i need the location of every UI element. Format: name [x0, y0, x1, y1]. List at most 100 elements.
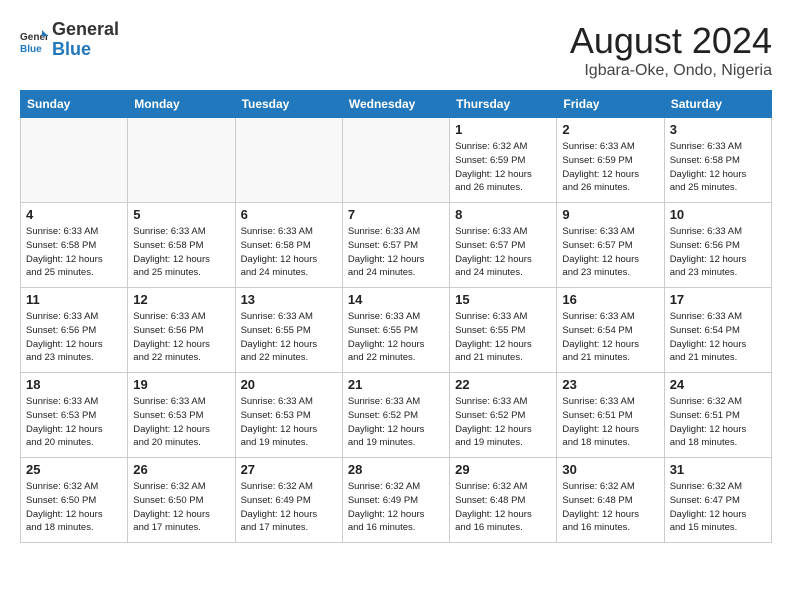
day-info: Sunrise: 6:33 AM Sunset: 6:59 PM Dayligh… — [562, 140, 658, 195]
weekday-header-sunday: Sunday — [21, 91, 128, 118]
day-number: 8 — [455, 207, 551, 222]
day-number: 22 — [455, 377, 551, 392]
weekday-header-wednesday: Wednesday — [342, 91, 449, 118]
day-info: Sunrise: 6:33 AM Sunset: 6:56 PM Dayligh… — [133, 310, 229, 365]
day-number: 4 — [26, 207, 122, 222]
day-number: 5 — [133, 207, 229, 222]
day-number: 17 — [670, 292, 766, 307]
day-number: 25 — [26, 462, 122, 477]
calendar-cell: 18Sunrise: 6:33 AM Sunset: 6:53 PM Dayli… — [21, 373, 128, 458]
day-number: 31 — [670, 462, 766, 477]
day-number: 15 — [455, 292, 551, 307]
weekday-header-monday: Monday — [128, 91, 235, 118]
day-number: 30 — [562, 462, 658, 477]
day-number: 2 — [562, 122, 658, 137]
calendar-week-5: 25 Sunrise: 6:32 AM Sunset: 6:50 PM Dayli… — [21, 458, 772, 543]
day-info: Sunrise: 6:33 AM Sunset: 6:58 PM Dayligh… — [133, 225, 229, 280]
calendar-week-2: 4 Sunrise: 6:33 AM Sunset: 6:58 PM Daylig… — [21, 203, 772, 288]
day-number: 20 — [241, 377, 337, 392]
day-info: Sunrise: 6:33 AM Sunset: 6:55 PM Dayligh… — [348, 310, 444, 365]
calendar-cell: 29Sunrise: 6:32 AM Sunset: 6:48 PM Dayli… — [450, 458, 557, 543]
calendar-cell: 7Sunrise: 6:33 AM Sunset: 6:57 PM Daylig… — [342, 203, 449, 288]
day-number: 3 — [670, 122, 766, 137]
day-info: Sunrise: 6:33 AM Sunset: 6:57 PM Dayligh… — [562, 225, 658, 280]
day-info: Sunrise: 6:33 AM Sunset: 6:55 PM Dayligh… — [455, 310, 551, 365]
calendar-cell: 12 Sunrise: 6:33 AM Sunset: 6:56 PM Dayli… — [128, 288, 235, 373]
calendar-cell: 19Sunrise: 6:33 AM Sunset: 6:53 PM Dayli… — [128, 373, 235, 458]
day-number: 26 — [133, 462, 229, 477]
calendar-cell: 27Sunrise: 6:32 AM Sunset: 6:49 PM Dayli… — [235, 458, 342, 543]
day-number: 12 — [133, 292, 229, 307]
day-number: 18 — [26, 377, 122, 392]
calendar-week-3: 11 Sunrise: 6:33 AM Sunset: 6:56 PM Dayli… — [21, 288, 772, 373]
calendar-week-4: 18 Sunrise: 6:33 AM Sunset: 6:53 PM Dayli… — [21, 373, 772, 458]
day-number: 9 — [562, 207, 658, 222]
calendar-cell — [342, 118, 449, 203]
weekday-header-friday: Friday — [557, 91, 664, 118]
day-number: 7 — [348, 207, 444, 222]
logo: General Blue General Blue — [20, 20, 119, 60]
day-info: Sunrise: 6:32 AM Sunset: 6:49 PM Dayligh… — [348, 480, 444, 535]
weekday-header-saturday: Saturday — [664, 91, 771, 118]
day-info: Sunrise: 6:33 AM Sunset: 6:58 PM Dayligh… — [670, 140, 766, 195]
weekday-header-thursday: Thursday — [450, 91, 557, 118]
calendar-cell: 26Sunrise: 6:32 AM Sunset: 6:50 PM Dayli… — [128, 458, 235, 543]
svg-text:Blue: Blue — [20, 44, 42, 54]
day-info: Sunrise: 6:33 AM Sunset: 6:53 PM Dayligh… — [133, 395, 229, 450]
day-number: 28 — [348, 462, 444, 477]
day-info: Sunrise: 6:33 AM Sunset: 6:58 PM Dayligh… — [26, 225, 122, 280]
day-number: 13 — [241, 292, 337, 307]
day-info: Sunrise: 6:33 AM Sunset: 6:54 PM Dayligh… — [670, 310, 766, 365]
title-area: August 2024 Igbara-Oke, Ondo, Nigeria — [570, 20, 772, 80]
header: General Blue General Blue August 2024 Ig… — [20, 20, 772, 80]
day-info: Sunrise: 6:33 AM Sunset: 6:54 PM Dayligh… — [562, 310, 658, 365]
calendar-cell — [21, 118, 128, 203]
day-number: 21 — [348, 377, 444, 392]
day-info: Sunrise: 6:33 AM Sunset: 6:56 PM Dayligh… — [670, 225, 766, 280]
calendar-cell: 24Sunrise: 6:32 AM Sunset: 6:51 PM Dayli… — [664, 373, 771, 458]
logo-blue-text: Blue — [52, 39, 91, 59]
calendar-cell: 31Sunrise: 6:32 AM Sunset: 6:47 PM Dayli… — [664, 458, 771, 543]
day-info: Sunrise: 6:32 AM Sunset: 6:50 PM Dayligh… — [26, 480, 122, 535]
calendar-cell: 13 Sunrise: 6:33 AM Sunset: 6:55 PM Dayli… — [235, 288, 342, 373]
logo-icon: General Blue — [20, 26, 48, 54]
calendar-cell: 22 Sunrise: 6:33 AM Sunset: 6:52 PM Dayli… — [450, 373, 557, 458]
day-info: Sunrise: 6:32 AM Sunset: 6:59 PM Dayligh… — [455, 140, 551, 195]
day-info: Sunrise: 6:33 AM Sunset: 6:52 PM Dayligh… — [348, 395, 444, 450]
logo-general-text: General — [52, 19, 119, 39]
day-number: 10 — [670, 207, 766, 222]
day-info: Sunrise: 6:33 AM Sunset: 6:53 PM Dayligh… — [241, 395, 337, 450]
calendar-cell: 16 Sunrise: 6:33 AM Sunset: 6:54 PM Dayli… — [557, 288, 664, 373]
calendar-table: SundayMondayTuesdayWednesdayThursdayFrid… — [20, 90, 772, 543]
calendar-cell — [128, 118, 235, 203]
calendar-cell: 23 Sunrise: 6:33 AM Sunset: 6:51 PM Dayli… — [557, 373, 664, 458]
day-info: Sunrise: 6:33 AM Sunset: 6:52 PM Dayligh… — [455, 395, 551, 450]
calendar-cell: 11 Sunrise: 6:33 AM Sunset: 6:56 PM Dayli… — [21, 288, 128, 373]
calendar-cell: 4 Sunrise: 6:33 AM Sunset: 6:58 PM Daylig… — [21, 203, 128, 288]
calendar-week-1: 1 Sunrise: 6:32 AM Sunset: 6:59 PM Daylig… — [21, 118, 772, 203]
day-number: 23 — [562, 377, 658, 392]
day-info: Sunrise: 6:32 AM Sunset: 6:48 PM Dayligh… — [455, 480, 551, 535]
day-number: 11 — [26, 292, 122, 307]
calendar-cell: 14 Sunrise: 6:33 AM Sunset: 6:55 PM Dayli… — [342, 288, 449, 373]
calendar-cell: 3 Sunrise: 6:33 AM Sunset: 6:58 PM Daylig… — [664, 118, 771, 203]
calendar-cell: 10 Sunrise: 6:33 AM Sunset: 6:56 PM Dayli… — [664, 203, 771, 288]
day-info: Sunrise: 6:33 AM Sunset: 6:56 PM Dayligh… — [26, 310, 122, 365]
calendar-cell: 2 Sunrise: 6:33 AM Sunset: 6:59 PM Daylig… — [557, 118, 664, 203]
calendar-cell: 6Sunrise: 6:33 AM Sunset: 6:58 PM Daylig… — [235, 203, 342, 288]
day-number: 14 — [348, 292, 444, 307]
calendar-title: August 2024 — [570, 20, 772, 62]
day-number: 1 — [455, 122, 551, 137]
calendar-cell: 1 Sunrise: 6:32 AM Sunset: 6:59 PM Daylig… — [450, 118, 557, 203]
day-info: Sunrise: 6:33 AM Sunset: 6:55 PM Dayligh… — [241, 310, 337, 365]
day-info: Sunrise: 6:32 AM Sunset: 6:48 PM Dayligh… — [562, 480, 658, 535]
day-number: 16 — [562, 292, 658, 307]
day-info: Sunrise: 6:32 AM Sunset: 6:51 PM Dayligh… — [670, 395, 766, 450]
calendar-cell: 8Sunrise: 6:33 AM Sunset: 6:57 PM Daylig… — [450, 203, 557, 288]
weekday-header-tuesday: Tuesday — [235, 91, 342, 118]
calendar-cell: 21 Sunrise: 6:33 AM Sunset: 6:52 PM Dayli… — [342, 373, 449, 458]
calendar-cell: 30 Sunrise: 6:32 AM Sunset: 6:48 PM Dayli… — [557, 458, 664, 543]
calendar-cell: 15 Sunrise: 6:33 AM Sunset: 6:55 PM Dayli… — [450, 288, 557, 373]
calendar-cell: 20 Sunrise: 6:33 AM Sunset: 6:53 PM Dayli… — [235, 373, 342, 458]
day-info: Sunrise: 6:33 AM Sunset: 6:51 PM Dayligh… — [562, 395, 658, 450]
